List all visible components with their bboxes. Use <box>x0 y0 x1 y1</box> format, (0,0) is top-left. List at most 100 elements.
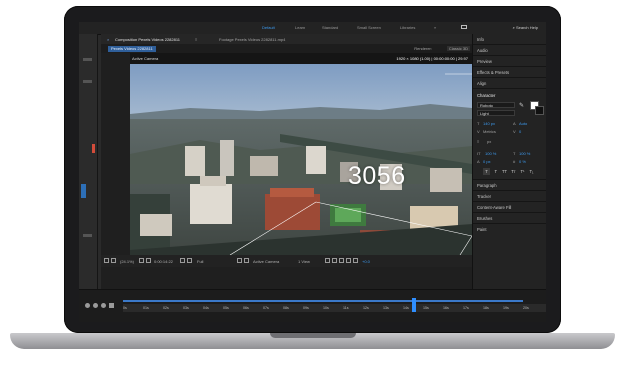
panel-effects-presets[interactable]: Effects & Presets <box>477 70 509 75</box>
panel-info[interactable]: Info <box>477 37 484 42</box>
workspace-more[interactable]: » <box>434 25 436 30</box>
playhead[interactable] <box>412 298 416 312</box>
ruler-tick: 19s <box>503 306 509 310</box>
divider <box>473 88 546 89</box>
stroke-color-swatch[interactable] <box>535 106 544 115</box>
search-help[interactable]: ⌕ Search Help <box>513 25 538 30</box>
tracking-value[interactable]: 0 <box>519 129 521 134</box>
motion-blur-icon[interactable] <box>101 303 106 308</box>
tab-footage[interactable]: Footage Pexels Videos 2282811.mp4 <box>219 37 285 42</box>
baseline-value[interactable]: 0 px <box>483 159 491 164</box>
panel-paragraph[interactable]: Paragraph <box>477 183 497 188</box>
pixel-aspect-icon[interactable] <box>325 258 330 263</box>
composition-viewer[interactable]: Active Camera 1920 × 1080 (1.00) | 00:00… <box>130 53 472 255</box>
faux-bold-button[interactable]: T <box>483 168 490 175</box>
time-ruler[interactable]: 0s 01s 02s 03s 04s 05s 06s 07s 08s 09s 10s 11s 12s 13… <box>123 304 546 312</box>
timeline-panel: 0s 01s 02s 03s 04s 05s 06s 07s 08s 09s 10s 11s 12s 13… <box>79 289 546 322</box>
timeline-icon[interactable] <box>339 258 344 263</box>
close-icon[interactable]: × <box>107 37 109 42</box>
divider <box>473 190 546 191</box>
camera-select[interactable]: Active Camera <box>253 259 279 264</box>
ruler-tick: 0s <box>123 306 127 310</box>
divider <box>473 66 546 67</box>
font-size-value[interactable]: 140 px <box>483 121 495 126</box>
leading-icon: A <box>513 121 516 126</box>
vert-scale-value[interactable]: 100 % <box>485 151 496 156</box>
view-layout-select[interactable]: 1 View <box>298 259 310 264</box>
left-toolbar <box>79 34 98 289</box>
shy-icon[interactable] <box>93 303 98 308</box>
snapshot-icon[interactable] <box>180 258 185 263</box>
panel-audio[interactable]: Audio <box>477 48 488 53</box>
tool-icon[interactable] <box>83 58 92 61</box>
all-caps-button[interactable]: TT <box>501 168 508 175</box>
workspace-default[interactable]: Default <box>262 25 275 30</box>
leading-value[interactable]: Auto <box>519 121 527 126</box>
always-preview-icon[interactable] <box>104 258 109 263</box>
workspace-learn[interactable]: Learn <box>295 25 305 30</box>
font-style-select[interactable]: Light <box>477 110 515 116</box>
tool-icon[interactable] <box>83 80 92 83</box>
ruler-tick: 11s <box>343 306 349 310</box>
exposure-value[interactable]: +0.0 <box>362 259 370 264</box>
ruler-tick: 02s <box>163 306 169 310</box>
panel-align[interactable]: Align <box>477 81 486 86</box>
panel-tracker[interactable]: Tracker <box>477 194 491 199</box>
horiz-scale-value[interactable]: 100 % <box>519 151 530 156</box>
eyedropper-icon[interactable]: ✎ <box>519 102 524 109</box>
marker-icon <box>92 144 95 153</box>
stroke-unit[interactable]: px <box>487 139 491 144</box>
transparency-grid-icon[interactable] <box>244 258 249 263</box>
graph-editor-icon[interactable] <box>109 303 114 308</box>
superscript-button[interactable]: T¹ <box>519 168 526 175</box>
viewer-camera-label: Active Camera <box>132 56 159 61</box>
breadcrumb: Pexels Videos 2282811 Renderer: Classic … <box>101 44 472 53</box>
panel-brushes[interactable]: Brushes <box>477 216 492 221</box>
renderer-select[interactable]: Classic 3D <box>446 45 470 51</box>
faux-italic-button[interactable]: T <box>492 168 499 175</box>
reset-exposure-icon[interactable] <box>353 258 358 263</box>
tsume-icon: # <box>513 159 516 164</box>
kerning-value[interactable]: Metrics <box>483 129 496 134</box>
font-family-select[interactable]: Roboto <box>477 102 515 108</box>
current-time[interactable]: 0:00:14:22 <box>154 259 173 264</box>
sync-icon[interactable] <box>461 25 467 29</box>
horiz-scale-icon: T <box>513 151 516 156</box>
panel-character[interactable]: Character <box>477 93 495 98</box>
subscript-button[interactable]: T₁ <box>528 168 535 175</box>
vert-scale-icon: IT <box>477 151 481 156</box>
baseline-icon: A <box>477 159 480 164</box>
panel-content-aware-fill[interactable]: Content-Aware Fill <box>477 205 511 210</box>
panel-menu-icon[interactable]: ≡ <box>195 37 197 42</box>
mask-toggle-icon[interactable] <box>111 258 116 263</box>
comp-breadcrumb[interactable]: Pexels Videos 2282811 <box>108 45 156 52</box>
workspace-standard[interactable]: Standard <box>322 25 338 30</box>
tsume-value[interactable]: 0 % <box>519 159 526 164</box>
grid-icon[interactable] <box>139 258 144 263</box>
viewer-info: 1920 × 1080 (1.00) | 00:00:00:00 | 29.97 <box>396 56 468 61</box>
resolution-select[interactable]: Full <box>197 259 203 264</box>
laptop-notch <box>270 333 356 338</box>
ruler-tick: 20s <box>523 306 529 310</box>
workspace-small-screen[interactable]: Small Screen <box>357 25 381 30</box>
text-layer-number[interactable]: 3056 <box>348 162 406 191</box>
small-caps-button[interactable]: Tт <box>510 168 517 175</box>
work-area-bar[interactable] <box>123 300 523 302</box>
region-icon[interactable] <box>146 258 151 263</box>
ruler-tick: 16s <box>443 306 449 310</box>
channel-icon[interactable] <box>187 258 192 263</box>
ruler-tick: 04s <box>203 306 209 310</box>
zoom-select[interactable]: (24.1%) <box>120 259 134 264</box>
panel-paint[interactable]: Paint <box>477 227 487 232</box>
roi-icon[interactable] <box>237 258 242 263</box>
flowchart-icon[interactable] <box>346 258 351 263</box>
workspace-libraries[interactable]: Libraries <box>400 25 415 30</box>
kerning-icon: V <box>477 129 480 134</box>
ruler-tick: 01s <box>143 306 149 310</box>
solo-icon[interactable] <box>85 303 90 308</box>
search-help-label: Search Help <box>515 25 538 30</box>
tool-icon[interactable] <box>83 234 92 237</box>
tab-composition[interactable]: Composition Pexels Videos 2282811 <box>115 37 180 42</box>
fast-preview-icon[interactable] <box>332 258 337 263</box>
panel-preview[interactable]: Preview <box>477 59 492 64</box>
